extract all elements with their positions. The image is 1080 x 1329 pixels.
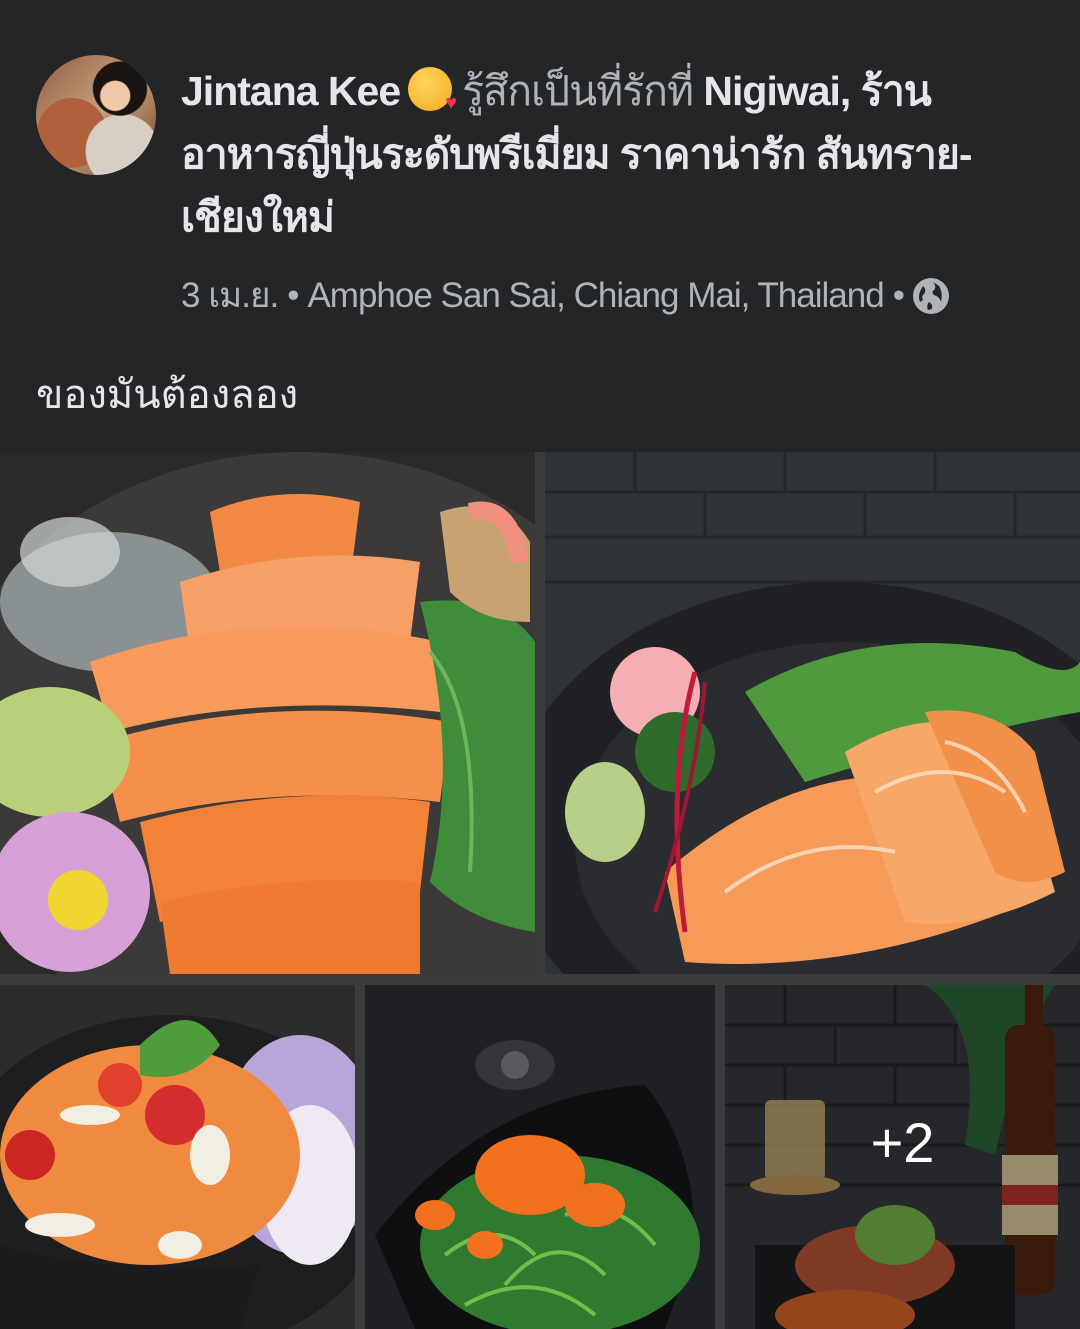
seaweed-salad-photo[interactable]: [365, 985, 715, 1329]
feeling-text: รู้สึกเป็นที่รักที่: [462, 68, 694, 114]
more-photos-overlay[interactable]: +2: [725, 985, 1080, 1329]
salmon-sashimi-photo[interactable]: [0, 452, 535, 974]
globe-icon[interactable]: [912, 277, 949, 314]
author-name[interactable]: Jintana Kee: [181, 68, 401, 114]
photo-grid: +2: [0, 452, 1080, 1329]
post-date[interactable]: 3 เม.ย.: [181, 268, 279, 323]
post-meta: 3 เม.ย. • Amphoe San Sai, Chiang Mai, Th…: [181, 268, 949, 323]
post-title: Jintana Keeรู้สึกเป็นที่รักที่ Nigiwai, …: [181, 60, 1041, 249]
post-header: Jintana Keeรู้สึกเป็นที่รักที่ Nigiwai, …: [0, 0, 1080, 452]
author-avatar[interactable]: [36, 55, 156, 175]
meta-separator: •: [892, 275, 905, 315]
salmon-don-photo[interactable]: [545, 452, 1080, 974]
smiling-face-with-hearts-icon: [408, 67, 456, 113]
meta-separator: •: [287, 275, 299, 315]
beer-table-photo[interactable]: +2: [725, 985, 1080, 1329]
post-location[interactable]: Amphoe San Sai, Chiang Mai, Thailand: [307, 276, 884, 316]
salmon-salad-photo[interactable]: [0, 985, 355, 1329]
post-body-text: ของมันต้องลอง: [36, 373, 299, 417]
